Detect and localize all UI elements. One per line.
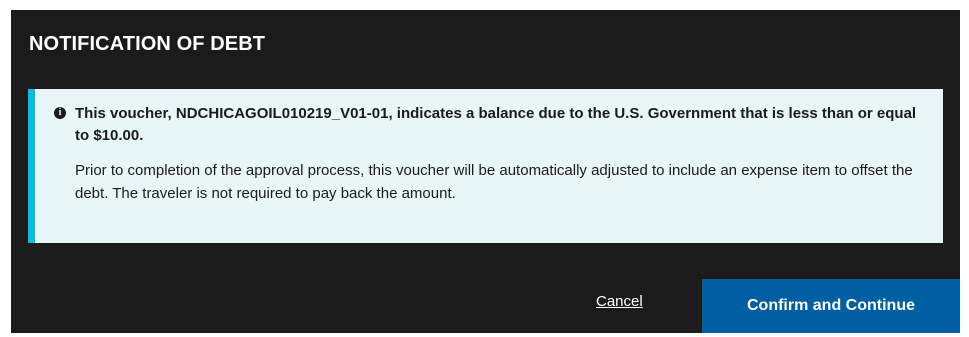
notification-modal: NOTIFICATION OF DEBT i This voucher, NDC… — [11, 10, 960, 333]
alert-heading-row: i This voucher, NDCHICAGOIL010219_V01-01… — [54, 103, 923, 147]
modal-title: NOTIFICATION OF DEBT — [29, 33, 266, 55]
info-circle-icon: i — [54, 107, 66, 119]
alert-heading: This voucher, NDCHICAGOIL010219_V01-01, … — [75, 105, 917, 144]
cancel-link[interactable]: Cancel — [596, 293, 643, 310]
alert-body: Prior to completion of the approval proc… — [75, 162, 913, 202]
modal-footer: Cancel Confirm and Continue — [11, 279, 960, 333]
info-alert: i This voucher, NDCHICAGOIL010219_V01-01… — [28, 89, 943, 243]
confirm-and-continue-button[interactable]: Confirm and Continue — [702, 279, 960, 333]
